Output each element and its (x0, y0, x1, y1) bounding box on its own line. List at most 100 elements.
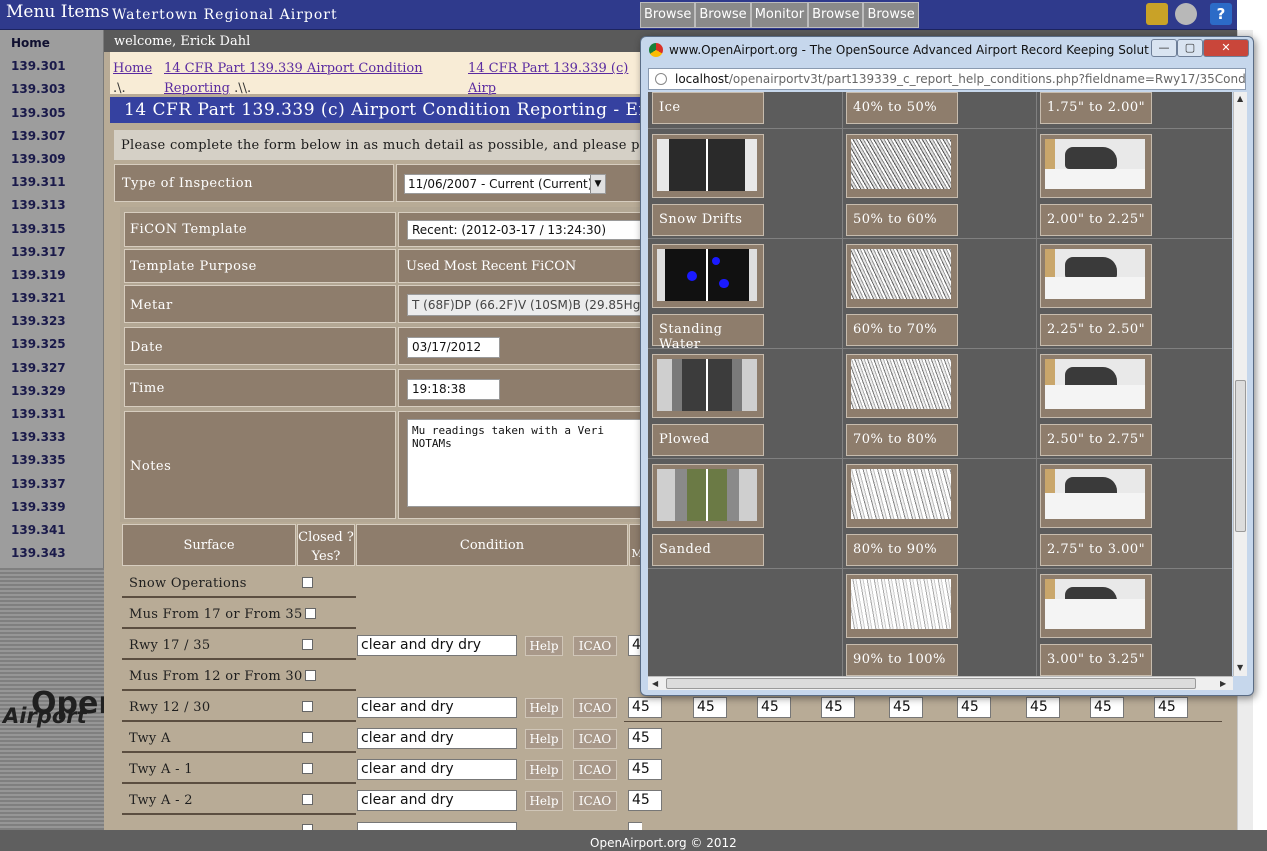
twy-a-icao-button[interactable]: ICAO (573, 729, 617, 749)
scroll-down-icon[interactable]: ▼ (1237, 663, 1243, 672)
cutoff-mu-input[interactable] (628, 822, 642, 830)
sidebar-item-139-309[interactable]: 139.309 (0, 148, 103, 171)
twy-a-mu-input[interactable]: 45 (628, 728, 662, 749)
sidebar-item-139-343[interactable]: 139.343 (0, 542, 103, 565)
twy-a-1-condition-input[interactable]: clear and dry (357, 759, 517, 780)
sidebar-item-139-329[interactable]: 139.329 (0, 380, 103, 403)
address-bar[interactable]: localhost/openairportv3t/part139339_c_re… (648, 68, 1246, 90)
chevron-down-icon[interactable]: ▼ (590, 175, 605, 193)
nav-browse-3[interactable]: Browse (808, 2, 864, 28)
sidebar-item-139-339[interactable]: 139.339 (0, 496, 103, 519)
depth-option-2-50-2-75[interactable]: 2.50" to 2.75" (1040, 424, 1152, 456)
sidebar-item-139-325[interactable]: 139.325 (0, 333, 103, 356)
mus-17-35-checkbox[interactable] (305, 608, 316, 619)
twy-a-condition-input[interactable]: clear and dry (357, 728, 517, 749)
rwy-17-35-help-button[interactable]: Help (525, 636, 563, 656)
depth-image-2-25-2-50[interactable] (1040, 244, 1152, 308)
twy-a-1-icao-button[interactable]: ICAO (573, 760, 617, 780)
rwy-12-30-mu-input-3[interactable]: 45 (757, 697, 791, 718)
rwy-12-30-mu-input-5[interactable]: 45 (889, 697, 923, 718)
maximize-button[interactable]: ▢ (1177, 39, 1203, 57)
snow-operations-checkbox[interactable] (302, 577, 313, 588)
depth-image-3-00-3-25[interactable] (1040, 574, 1152, 638)
metar-field[interactable]: T (68F)DP (66.2F)V (10SM)B (29.85Hg) (407, 294, 647, 316)
snow-drifts-image[interactable] (652, 134, 764, 198)
coverage-image-90-100[interactable] (846, 574, 958, 638)
popup-vertical-scrollbar[interactable]: ▲ ▼ (1233, 92, 1247, 676)
sanded-image[interactable] (652, 464, 764, 528)
nav-monitor[interactable]: Monitor (750, 2, 809, 28)
sidebar-item-139-315[interactable]: 139.315 (0, 218, 103, 241)
condition-option-sanded[interactable]: Sanded (652, 534, 764, 566)
twy-a-closed-checkbox[interactable] (302, 732, 313, 743)
rwy-12-30-mu-input-2[interactable]: 45 (693, 697, 727, 718)
rwy-17-35-icao-button[interactable]: ICAO (573, 636, 617, 656)
time-field[interactable]: 19:18:38 (407, 379, 500, 400)
twy-a-2-help-button[interactable]: Help (525, 791, 563, 811)
twy-a-2-closed-checkbox[interactable] (302, 794, 313, 805)
rwy-12-30-mu-input-7[interactable]: 45 (1026, 697, 1060, 718)
coverage-image-70-80[interactable] (846, 354, 958, 418)
depth-option-3-00-3-25[interactable]: 3.00" to 3.25" (1040, 644, 1152, 676)
condition-option-plowed[interactable]: Plowed (652, 424, 764, 456)
nav-browse-2[interactable]: Browse (695, 2, 751, 28)
cutoff-condition-input[interactable] (357, 822, 517, 830)
coverage-option-60-70[interactable]: 60% to 70% (846, 314, 958, 346)
nav-browse-1[interactable]: Browse (640, 2, 696, 28)
twy-a-2-icao-button[interactable]: ICAO (573, 791, 617, 811)
coverage-image-50-60[interactable] (846, 134, 958, 198)
sidebar-item-139-301[interactable]: 139.301 (0, 55, 103, 78)
scroll-right-icon[interactable]: ▶ (1220, 679, 1226, 688)
coverage-image-60-70[interactable] (846, 244, 958, 308)
sidebar-item-139-327[interactable]: 139.327 (0, 357, 103, 380)
sidebar-item-home[interactable]: Home (0, 32, 103, 55)
sidebar-item-139-335[interactable]: 139.335 (0, 449, 103, 472)
rwy-17-35-condition-input[interactable]: clear and dry dry (357, 635, 517, 656)
breadcrumb-home[interactable]: Home (113, 61, 152, 76)
condition-option-snow-drifts[interactable]: Snow Drifts (652, 204, 764, 236)
sidebar-item-139-307[interactable]: 139.307 (0, 125, 103, 148)
scroll-up-icon[interactable]: ▲ (1237, 94, 1243, 103)
rwy-12-30-mu-input-6[interactable]: 45 (957, 697, 991, 718)
sidebar-item-139-311[interactable]: 139.311 (0, 171, 103, 194)
twy-a-2-mu-input[interactable]: 45 (628, 790, 662, 811)
rwy-12-30-mu-input-8[interactable]: 45 (1090, 697, 1124, 718)
popup-horizontal-scroll-thumb[interactable] (666, 678, 1196, 689)
sidebar-item-139-303[interactable]: 139.303 (0, 78, 103, 101)
depth-option-1-75-2-00[interactable]: 1.75" to 2.00" (1040, 92, 1152, 124)
sidebar-item-139-313[interactable]: 139.313 (0, 194, 103, 217)
twy-a-1-help-button[interactable]: Help (525, 760, 563, 780)
popup-vertical-scroll-thumb[interactable] (1235, 380, 1246, 532)
rwy-12-30-mu-input-9[interactable]: 45 (1154, 697, 1188, 718)
rwy-12-30-icao-button[interactable]: ICAO (573, 698, 617, 718)
coverage-image-80-90[interactable] (846, 464, 958, 528)
close-button[interactable]: ✕ (1203, 39, 1249, 57)
sidebar-item-139-333[interactable]: 139.333 (0, 426, 103, 449)
sidebar-item-139-305[interactable]: 139.305 (0, 102, 103, 125)
sidebar-item-139-337[interactable]: 139.337 (0, 473, 103, 496)
sidebar-item-139-323[interactable]: 139.323 (0, 310, 103, 333)
sidebar-item-139-319[interactable]: 139.319 (0, 264, 103, 287)
coverage-option-80-90[interactable]: 80% to 90% (846, 534, 958, 566)
depth-option-2-00-2-25[interactable]: 2.00" to 2.25" (1040, 204, 1152, 236)
depth-image-2-50-2-75[interactable] (1040, 354, 1152, 418)
coverage-option-40-50[interactable]: 40% to 50% (846, 92, 958, 124)
rwy-12-30-mu-input[interactable]: 45 (628, 697, 662, 718)
coverage-option-70-80[interactable]: 70% to 80% (846, 424, 958, 456)
coverage-option-90-100[interactable]: 90% to 100% (846, 644, 958, 676)
help-icon[interactable]: ? (1210, 3, 1232, 25)
depth-option-2-25-2-50[interactable]: 2.25" to 2.50" (1040, 314, 1152, 346)
rwy-17-35-closed-checkbox[interactable] (302, 639, 313, 650)
condition-option-standing-water[interactable]: Standing Water (652, 314, 764, 352)
plowed-image[interactable] (652, 354, 764, 418)
sidebar-item-139-341[interactable]: 139.341 (0, 519, 103, 542)
gear-icon[interactable] (1175, 3, 1197, 25)
sidebar-item-139-331[interactable]: 139.331 (0, 403, 103, 426)
popup-horizontal-scrollbar[interactable]: ◀ ▶ (648, 676, 1233, 690)
depth-image-2-00-2-25[interactable] (1040, 134, 1152, 198)
user-settings-icon[interactable] (1146, 3, 1168, 25)
coverage-option-50-60[interactable]: 50% to 60% (846, 204, 958, 236)
rwy-12-30-mu-input-4[interactable]: 45 (821, 697, 855, 718)
help-popup-window[interactable]: www.OpenAirport.org - The OpenSource Adv… (640, 36, 1254, 696)
ficon-template-select[interactable]: Recent: (2012-03-17 / 13:24:30) (407, 220, 647, 240)
